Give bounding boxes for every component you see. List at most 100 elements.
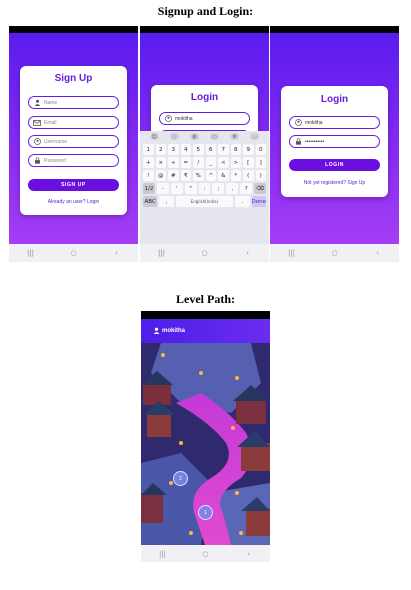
password-field[interactable]: Password	[28, 154, 119, 167]
level-node-1[interactable]: 1	[198, 505, 213, 520]
back-icon[interactable]: ‹	[239, 550, 259, 558]
key[interactable]: %	[193, 170, 204, 181]
key[interactable]: 7	[218, 144, 229, 155]
key[interactable]: 0	[255, 144, 266, 155]
recent-apps-icon[interactable]: |||	[21, 249, 41, 257]
key[interactable]: )	[255, 170, 266, 181]
signup-screen-phone: Sign Up Name Email Username Password SIG…	[9, 26, 138, 262]
more-icon[interactable]: …	[250, 133, 260, 140]
level-node-2[interactable]: 2	[173, 471, 188, 486]
keyboard-toolbar: ☺ ◌ ◍ ▭ ⚙ …	[140, 131, 269, 142]
key[interactable]: 5	[193, 144, 204, 155]
key[interactable]: !	[143, 170, 154, 181]
recent-apps-icon[interactable]: |||	[153, 550, 173, 558]
level-path-phone: mokitha 2 1 ||| ○ ‹	[141, 311, 270, 562]
username-value: mokitha	[305, 119, 323, 126]
abc-key[interactable]: ABC	[143, 196, 158, 207]
recent-apps-icon[interactable]: |||	[152, 249, 172, 257]
key[interactable]: /	[193, 157, 204, 168]
key[interactable]: _	[205, 157, 216, 168]
back-icon[interactable]: ‹	[107, 249, 127, 257]
login-background: Login mokitha ••••••••••• ☺ ◌ ◍ ▭ ⚙	[140, 33, 269, 244]
status-bar	[270, 26, 399, 33]
key[interactable]: 4	[180, 144, 191, 155]
key[interactable]: ]	[255, 157, 266, 168]
key[interactable]: &	[218, 170, 229, 181]
lock-icon	[33, 157, 41, 165]
key[interactable]: ?	[240, 183, 253, 194]
emoji-icon[interactable]: ☺	[149, 133, 159, 140]
person-icon	[33, 99, 41, 107]
login-link[interactable]: Already an user? Login	[20, 199, 127, 205]
login-background: Login mokitha ••••••••••• LOGIN Not yet …	[270, 33, 399, 244]
key[interactable]: ;	[212, 183, 225, 194]
home-icon[interactable]: ○	[325, 249, 345, 257]
android-nav-bar: ||| ○ ‹	[140, 244, 269, 262]
done-key[interactable]: Done	[251, 196, 266, 207]
key[interactable]: ^	[205, 170, 216, 181]
level-path-header: mokitha	[141, 319, 270, 343]
key[interactable]: #	[168, 170, 179, 181]
space-key[interactable]: English(India)	[175, 196, 234, 207]
account-circle-icon	[164, 115, 172, 123]
username-field[interactable]: mokitha	[159, 112, 250, 125]
backspace-key[interactable]: ⌫	[254, 183, 267, 194]
key[interactable]: *	[230, 170, 241, 181]
username-placeholder: Username	[44, 138, 68, 145]
symbols-page-key[interactable]: 1/2	[143, 183, 155, 194]
comma-key[interactable]: ,	[159, 196, 174, 207]
sticker-icon[interactable]: ◌	[169, 133, 179, 140]
period-key[interactable]: .	[235, 196, 250, 207]
key[interactable]: :	[198, 183, 211, 194]
key[interactable]: ×	[155, 157, 166, 168]
signup-card: Sign Up Name Email Username Password SIG…	[20, 66, 127, 215]
key[interactable]: -	[156, 183, 169, 194]
key[interactable]: (	[243, 170, 254, 181]
signup-link[interactable]: Not yet registered? Sign Up	[281, 180, 388, 186]
clipboard-icon[interactable]: ▭	[210, 133, 220, 140]
password-field[interactable]: •••••••••••	[289, 135, 380, 148]
home-icon[interactable]: ○	[64, 249, 84, 257]
username-field[interactable]: mokitha	[289, 116, 380, 129]
key[interactable]: '	[170, 183, 183, 194]
keyboard-row: ! @ # ₹ % ^ & * ( )	[140, 170, 269, 181]
password-value: •••••••••••	[305, 138, 325, 145]
android-nav-bar: ||| ○ ‹	[9, 244, 138, 262]
key[interactable]: 3	[168, 144, 179, 155]
home-icon[interactable]: ○	[195, 249, 215, 257]
key[interactable]: 9	[243, 144, 254, 155]
login-button[interactable]: LOGIN	[289, 159, 380, 171]
status-bar	[140, 26, 269, 33]
key[interactable]: 2	[155, 144, 166, 155]
key[interactable]: @	[155, 170, 166, 181]
soft-keyboard: ☺ ◌ ◍ ▭ ⚙ … 1 2 3 4 5 6 7 8 9 0 + × ÷ = …	[140, 131, 269, 244]
signup-button[interactable]: SIGN UP	[28, 179, 119, 191]
key[interactable]: <	[218, 157, 229, 168]
key[interactable]: ,	[226, 183, 239, 194]
login-title: Login	[320, 94, 349, 105]
recent-apps-icon[interactable]: |||	[282, 249, 302, 257]
key[interactable]: >	[230, 157, 241, 168]
key[interactable]: 1	[143, 144, 154, 155]
settings-icon[interactable]: ⚙	[230, 133, 240, 140]
keyboard-row: ABC , English(India) . Done	[140, 196, 269, 207]
key[interactable]: ₹	[180, 170, 191, 181]
level-path-heading: Level Path:	[176, 292, 235, 306]
login-screen-phone: Login mokitha ••••••••••• LOGIN Not yet …	[270, 26, 399, 262]
key[interactable]: +	[143, 157, 154, 168]
username-field[interactable]: Username	[28, 135, 119, 148]
gif-icon[interactable]: ◍	[189, 133, 199, 140]
signup-title: Sign Up	[54, 73, 93, 84]
key[interactable]: "	[184, 183, 197, 194]
back-icon[interactable]: ‹	[368, 249, 388, 257]
email-field[interactable]: Email	[28, 116, 119, 129]
key[interactable]: 8	[230, 144, 241, 155]
key[interactable]: =	[180, 157, 191, 168]
home-icon[interactable]: ○	[196, 550, 216, 558]
key[interactable]: 6	[205, 144, 216, 155]
back-icon[interactable]: ‹	[238, 249, 258, 257]
key[interactable]: ÷	[168, 157, 179, 168]
key[interactable]: [	[243, 157, 254, 168]
keyboard-row: 1/2 - ' " : ; , ? ⌫	[140, 183, 269, 194]
name-field[interactable]: Name	[28, 96, 119, 109]
